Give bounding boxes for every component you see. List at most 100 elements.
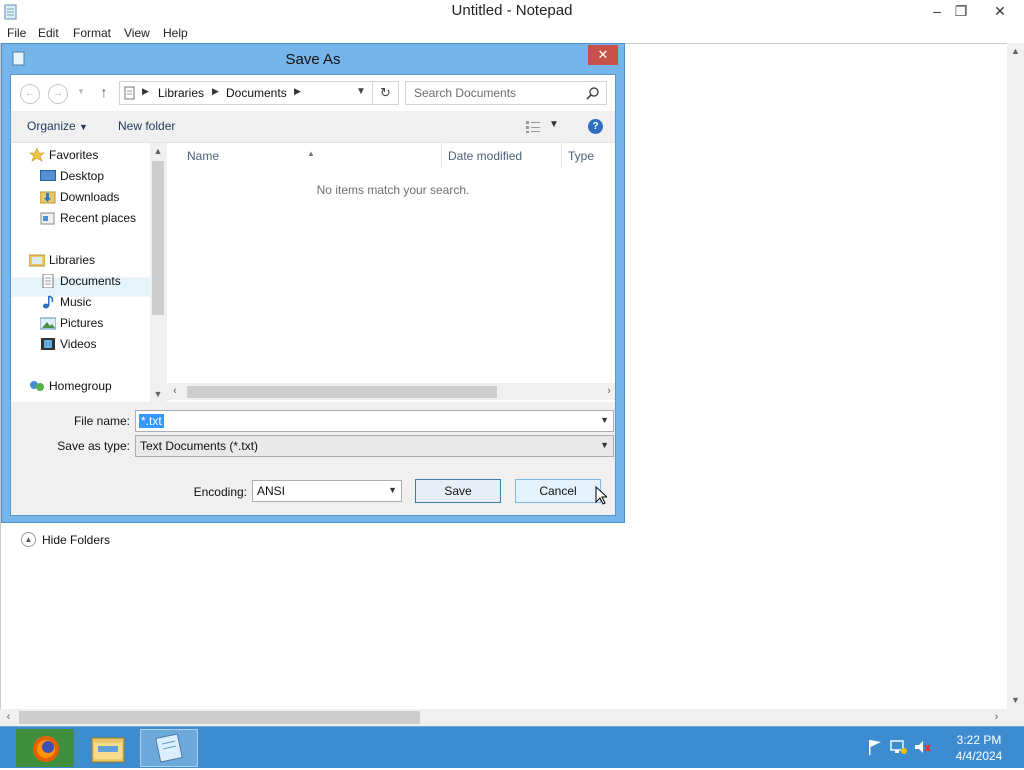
column-type[interactable]: Type [562, 143, 622, 169]
hide-folders-label[interactable]: Hide Folders [42, 533, 110, 547]
encoding-dropdown-icon[interactable]: ▼ [388, 485, 397, 495]
nav-videos-label[interactable]: Videos [60, 334, 96, 354]
collapse-arrow-icon[interactable]: ▲ [21, 532, 36, 547]
file-list-scroll-left-icon[interactable]: ‹ [167, 383, 183, 400]
scroll-up-icon[interactable]: ▲ [1007, 43, 1024, 60]
vertical-scrollbar[interactable]: ▲ ▼ [1007, 43, 1024, 709]
save-as-dialog: Save As ✕ ← → ▼ ↑ ▶ Libraries ▶ Document… [1, 43, 625, 547]
organize-button[interactable]: Organize ▼ [27, 119, 88, 133]
file-explorer-icon [91, 737, 125, 763]
documents-icon [42, 274, 54, 288]
nav-desktop-label[interactable]: Desktop [60, 166, 104, 186]
star-icon [29, 148, 45, 162]
address-dropdown-icon[interactable]: ▼ [356, 86, 366, 97]
view-dropdown-icon[interactable]: ▼ [549, 119, 559, 130]
clock-time[interactable]: 3:22 PM [944, 732, 1014, 748]
breadcrumb-libraries[interactable]: Libraries [158, 86, 204, 100]
network-icon[interactable] [890, 739, 908, 755]
nav-libraries-label[interactable]: Libraries [49, 250, 95, 270]
breadcrumb-separator-icon[interactable]: ▶ [294, 86, 301, 97]
volume-muted-icon[interactable] [914, 739, 932, 755]
organize-dropdown-icon[interactable]: ▼ [79, 122, 88, 132]
new-folder-button[interactable]: New folder [118, 119, 175, 133]
breadcrumb-separator-icon[interactable]: ▶ [212, 86, 219, 97]
nav-documents-label[interactable]: Documents [60, 271, 121, 291]
nav-music-label[interactable]: Music [60, 292, 91, 312]
back-arrow-icon[interactable]: ← [20, 84, 40, 104]
file-explorer-taskbar-button[interactable] [80, 729, 138, 767]
refresh-icon[interactable]: ↻ [372, 82, 398, 104]
nav-scroll-up-icon[interactable]: ▲ [150, 143, 166, 159]
dialog-title: Save As [285, 51, 341, 68]
file-name-input[interactable]: *.txt ▼ [135, 410, 614, 432]
file-list-scroll-thumb[interactable] [187, 386, 497, 398]
save-button[interactable]: Save [415, 479, 501, 503]
desktop-icon [40, 170, 56, 181]
column-date-modified-label[interactable]: Date modified [448, 149, 522, 163]
scroll-left-icon[interactable]: ‹ [0, 709, 17, 726]
clock-date[interactable]: 4/4/2024 [944, 748, 1014, 764]
file-name-dropdown-icon[interactable]: ▼ [600, 415, 609, 425]
column-date-modified[interactable]: Date modified [442, 143, 562, 169]
encoding-label: Encoding: [193, 485, 247, 499]
encoding-select[interactable]: ANSI ▼ [252, 480, 402, 502]
menu-help[interactable]: Help [163, 26, 188, 40]
menu-file[interactable]: File [7, 26, 26, 40]
save-as-type-label: Save as type: [57, 439, 130, 453]
dialog-titlebar[interactable]: Save As ✕ [2, 44, 624, 74]
cancel-button[interactable]: Cancel [515, 479, 601, 503]
breadcrumb-separator-icon[interactable]: ▶ [142, 86, 149, 97]
organize-label[interactable]: Organize [27, 119, 76, 133]
notepad-icon [155, 733, 183, 763]
save-as-type-select[interactable]: Text Documents (*.txt) ▼ [135, 435, 614, 457]
nav-homegroup-label[interactable]: Homegroup [49, 376, 112, 396]
save-as-type-dropdown-icon[interactable]: ▼ [600, 440, 609, 450]
file-name-value[interactable]: *.txt [139, 414, 164, 428]
file-list-hscrollbar[interactable]: ‹ › [167, 383, 615, 400]
breadcrumb-documents[interactable]: Documents [226, 86, 287, 100]
search-box[interactable]: Search Documents [405, 81, 607, 105]
music-icon [43, 295, 54, 309]
save-as-type-value[interactable]: Text Documents (*.txt) [140, 439, 258, 453]
notepad-taskbar-button[interactable] [140, 729, 198, 767]
system-clock[interactable]: 3:22 PM 4/4/2024 [944, 732, 1014, 764]
horizontal-scrollbar[interactable]: ‹ › [0, 709, 1007, 726]
close-button[interactable]: ✕ [985, 0, 1015, 22]
forward-arrow-icon[interactable]: → [48, 84, 68, 104]
up-arrow-icon[interactable]: ↑ [97, 84, 111, 104]
command-bar: Organize ▼ New folder ▼ ? [11, 111, 615, 143]
libraries-icon [29, 254, 45, 267]
nav-scroll-down-icon[interactable]: ▼ [150, 386, 166, 402]
encoding-value[interactable]: ANSI [257, 484, 285, 498]
change-view-icon[interactable] [525, 120, 541, 134]
dialog-close-button[interactable]: ✕ [588, 45, 618, 65]
firefox-taskbar-button[interactable] [16, 729, 74, 767]
pictures-icon [40, 317, 56, 330]
nav-recent-places-label[interactable]: Recent places [60, 208, 136, 228]
navigation-pane-scrollbar[interactable]: ▲ ▼ [150, 143, 166, 402]
nav-favorites-label[interactable]: Favorites [49, 145, 98, 165]
scroll-down-icon[interactable]: ▼ [1007, 692, 1024, 709]
horizontal-scroll-thumb[interactable] [19, 711, 420, 724]
file-list[interactable]: Name ▲ Date modified Type No items match … [167, 143, 615, 402]
column-type-label[interactable]: Type [568, 149, 594, 163]
search-placeholder[interactable]: Search Documents [414, 86, 516, 100]
search-icon[interactable] [586, 86, 600, 100]
help-icon[interactable]: ? [588, 119, 603, 134]
action-center-flag-icon[interactable] [866, 739, 884, 755]
restore-button[interactable]: ❐ [946, 0, 976, 22]
address-bar[interactable]: ▶ Libraries ▶ Documents ▶ ▼ ↻ [119, 81, 399, 105]
menu-view[interactable]: View [124, 26, 150, 40]
menu-format[interactable]: Format [73, 26, 111, 40]
nav-downloads-label[interactable]: Downloads [60, 187, 119, 207]
nav-pictures-label[interactable]: Pictures [60, 313, 103, 333]
nav-scroll-thumb[interactable] [152, 161, 164, 315]
column-name[interactable]: Name ▲ [167, 143, 442, 169]
menu-edit[interactable]: Edit [38, 26, 59, 40]
file-list-scroll-right-icon[interactable]: › [601, 383, 617, 400]
recent-locations-chevron-icon[interactable]: ▼ [77, 87, 85, 96]
homegroup-icon [30, 381, 44, 391]
file-name-label: File name: [73, 414, 130, 428]
column-name-label[interactable]: Name [187, 149, 219, 163]
scroll-right-icon[interactable]: › [988, 709, 1005, 726]
